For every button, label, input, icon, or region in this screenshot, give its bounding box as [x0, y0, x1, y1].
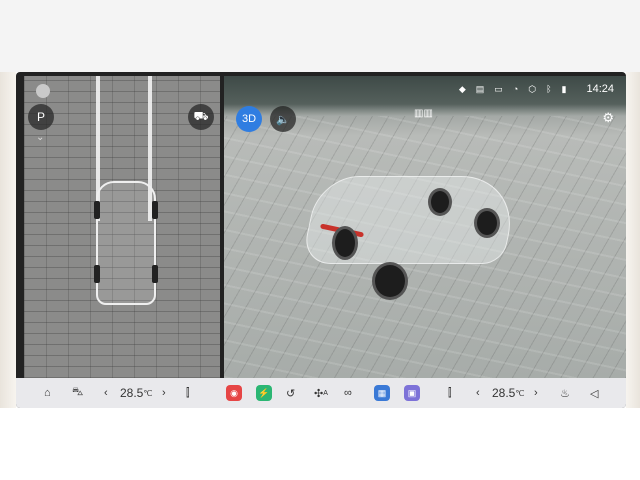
recirculation-icon[interactable]: ∞ [344, 384, 352, 402]
temp-decrease-left-button[interactable]: ‹ [104, 384, 108, 402]
wheel-front-left [372, 262, 408, 300]
dashboard-trim-right [626, 72, 640, 408]
seat-heat-left-icon[interactable]: ⫿ [186, 384, 190, 402]
view-3d-label: 3D [241, 113, 257, 125]
passenger-temp-unit: ℃ [515, 388, 525, 398]
surround-3d-view[interactable]: ◆ ▤ ▭ ◔ ⬡ ᛒ ▮ 14:24 3D 🔈 ▥▥ ⚙ [224, 76, 626, 378]
shield-icon: ⬡ [528, 83, 537, 94]
temp-decrease-right-button[interactable]: ‹ [476, 384, 480, 402]
driver-temperature[interactable]: 28.5 ℃ [120, 384, 152, 402]
signal-icon: ▮ [561, 83, 567, 94]
sound-toggle-button[interactable]: 🔈 [270, 106, 296, 132]
driver-temp-value: 28.5 [120, 386, 144, 400]
top-down-camera-view[interactable]: P ⌄ ⛟ [24, 76, 220, 378]
vehicle-display: P ⌄ ⛟ ◆ ▤ ▭ ◔ ⬡ ᛒ ▮ 14:24 3D 🔈 ▥▥ ⚙ ⌂ ⛍ … [16, 72, 626, 408]
record-app-icon[interactable]: ◉ [226, 384, 242, 402]
bottom-dock: ⌂ ⛍ ‹ 28.5 ℃ › ⫿ ◉ ⚡ ↺ ✣ A ∞ ▦ ▣ ⫿ ‹ 28.5 ℃… [16, 378, 626, 408]
dashboard-trim-left [0, 72, 16, 408]
location-icon: ◆ [458, 83, 466, 94]
seat-heat-right-icon[interactable]: ⫿ [448, 384, 452, 402]
defrost-icon[interactable]: ↺ [286, 384, 295, 402]
camera-icon: ▭ [494, 83, 503, 94]
user-profile-icon[interactable] [36, 84, 50, 98]
gear-icon[interactable]: ⚙ [602, 110, 614, 126]
vehicle-top-view [94, 181, 158, 305]
vehicle-view-button[interactable]: ⛟ [188, 104, 214, 130]
media-app-icon[interactable]: ▣ [404, 384, 420, 402]
connected-device-icon: ▤ [475, 83, 485, 94]
heater-icon[interactable]: ♨ [560, 384, 570, 402]
car-icon[interactable]: ⛍ [72, 384, 83, 402]
passenger-temp-value: 28.5 [492, 386, 516, 400]
temp-increase-left-button[interactable]: › [162, 384, 166, 402]
camera-grid-icon[interactable]: ▥▥ [414, 108, 433, 119]
temp-increase-right-button[interactable]: › [534, 384, 538, 402]
vehicle-view-icon: ⛟ [193, 109, 209, 123]
collapse-chevron-icon[interactable]: ⌄ [36, 132, 44, 143]
view-3d-button[interactable]: 3D [236, 106, 262, 132]
bluetooth-icon: ᛒ [546, 84, 552, 94]
home-icon[interactable]: ⌂ [44, 384, 51, 402]
notification-icon: ◔ [512, 84, 519, 94]
wheel-front-right [474, 208, 500, 238]
passenger-temperature[interactable]: 28.5 ℃ [492, 384, 524, 402]
wheel-rear-right [428, 188, 452, 216]
wheel-rear-left [332, 226, 358, 260]
fan-auto-icon[interactable]: ✣ A [314, 384, 328, 402]
driver-temp-unit: ℃ [143, 388, 153, 398]
volume-icon[interactable]: ◁ [590, 384, 598, 402]
screen-bezel-top [0, 0, 640, 72]
speaker-icon: 🔈 [276, 113, 290, 126]
status-bar: ◆ ▤ ▭ ◔ ⬡ ᛒ ▮ 14:24 [224, 76, 626, 102]
park-assist-button[interactable]: P [28, 104, 54, 130]
park-assist-label: P [36, 110, 45, 124]
grid-app-icon[interactable]: ▦ [374, 384, 390, 402]
clock-time: 14:24 [586, 83, 614, 95]
energy-app-icon[interactable]: ⚡ [256, 384, 272, 402]
